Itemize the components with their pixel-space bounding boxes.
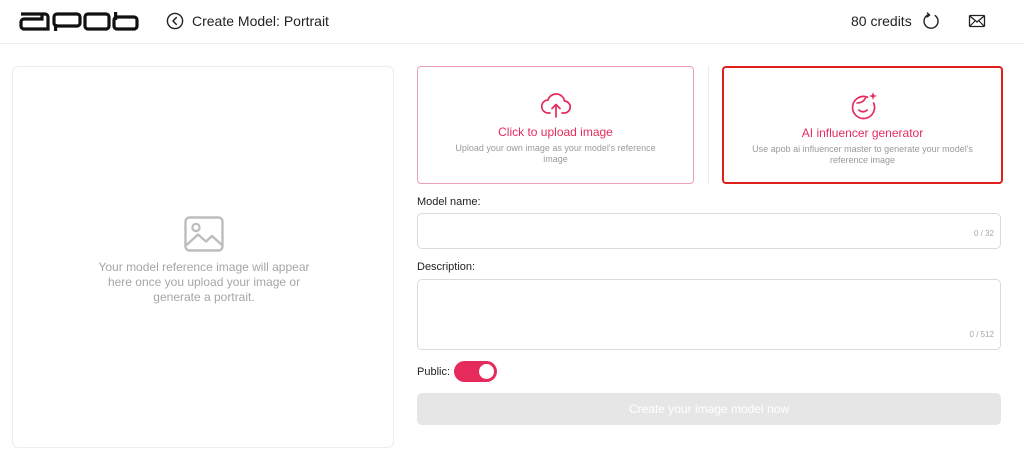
model-name-input[interactable] — [418, 214, 1000, 248]
face-sparkle-icon — [851, 92, 877, 120]
upload-card-title: Click to upload image — [498, 125, 613, 139]
upload-image-card[interactable]: Click to upload image Upload your own im… — [417, 66, 694, 184]
ai-card-title: AI influencer generator — [801, 126, 924, 140]
description-label: Description: — [417, 261, 476, 273]
description-input[interactable] — [418, 280, 1000, 349]
description-field: 0 / 512 — [417, 279, 1001, 350]
public-label: Public: — [417, 366, 451, 378]
toggle-knob — [479, 364, 494, 379]
back-button[interactable] — [166, 12, 184, 30]
model-name-field: 0 / 32 — [417, 213, 1001, 249]
public-toggle[interactable] — [454, 361, 497, 382]
credits-count: 80 credits — [851, 13, 912, 29]
ai-influencer-generator-card[interactable]: AI influencer generator Use apob ai infl… — [722, 66, 1003, 184]
upload-card-description: Upload your own image as your model's re… — [455, 143, 656, 164]
preview-placeholder-text: Your model reference image will appear h… — [98, 260, 310, 304]
ai-card-description: Use apob ai influencer master to generat… — [752, 144, 973, 165]
image-placeholder-icon — [184, 216, 224, 252]
top-bar: Create Model: Portrait 80 credits — [0, 0, 1024, 44]
card-divider — [708, 66, 709, 184]
description-counter: 0 / 512 — [969, 330, 994, 339]
cloud-upload-icon — [540, 93, 571, 118]
model-name-counter: 0 / 32 — [973, 229, 994, 238]
refresh-icon[interactable] — [922, 12, 940, 30]
reference-image-preview: Your model reference image will appear h… — [12, 66, 394, 448]
create-model-button[interactable]: Create your image model now — [417, 393, 1001, 425]
mail-icon[interactable] — [968, 13, 986, 29]
page-title: Create Model: Portrait — [192, 13, 329, 29]
model-name-label: Model name: — [417, 196, 481, 208]
apob-logo[interactable] — [18, 12, 139, 31]
